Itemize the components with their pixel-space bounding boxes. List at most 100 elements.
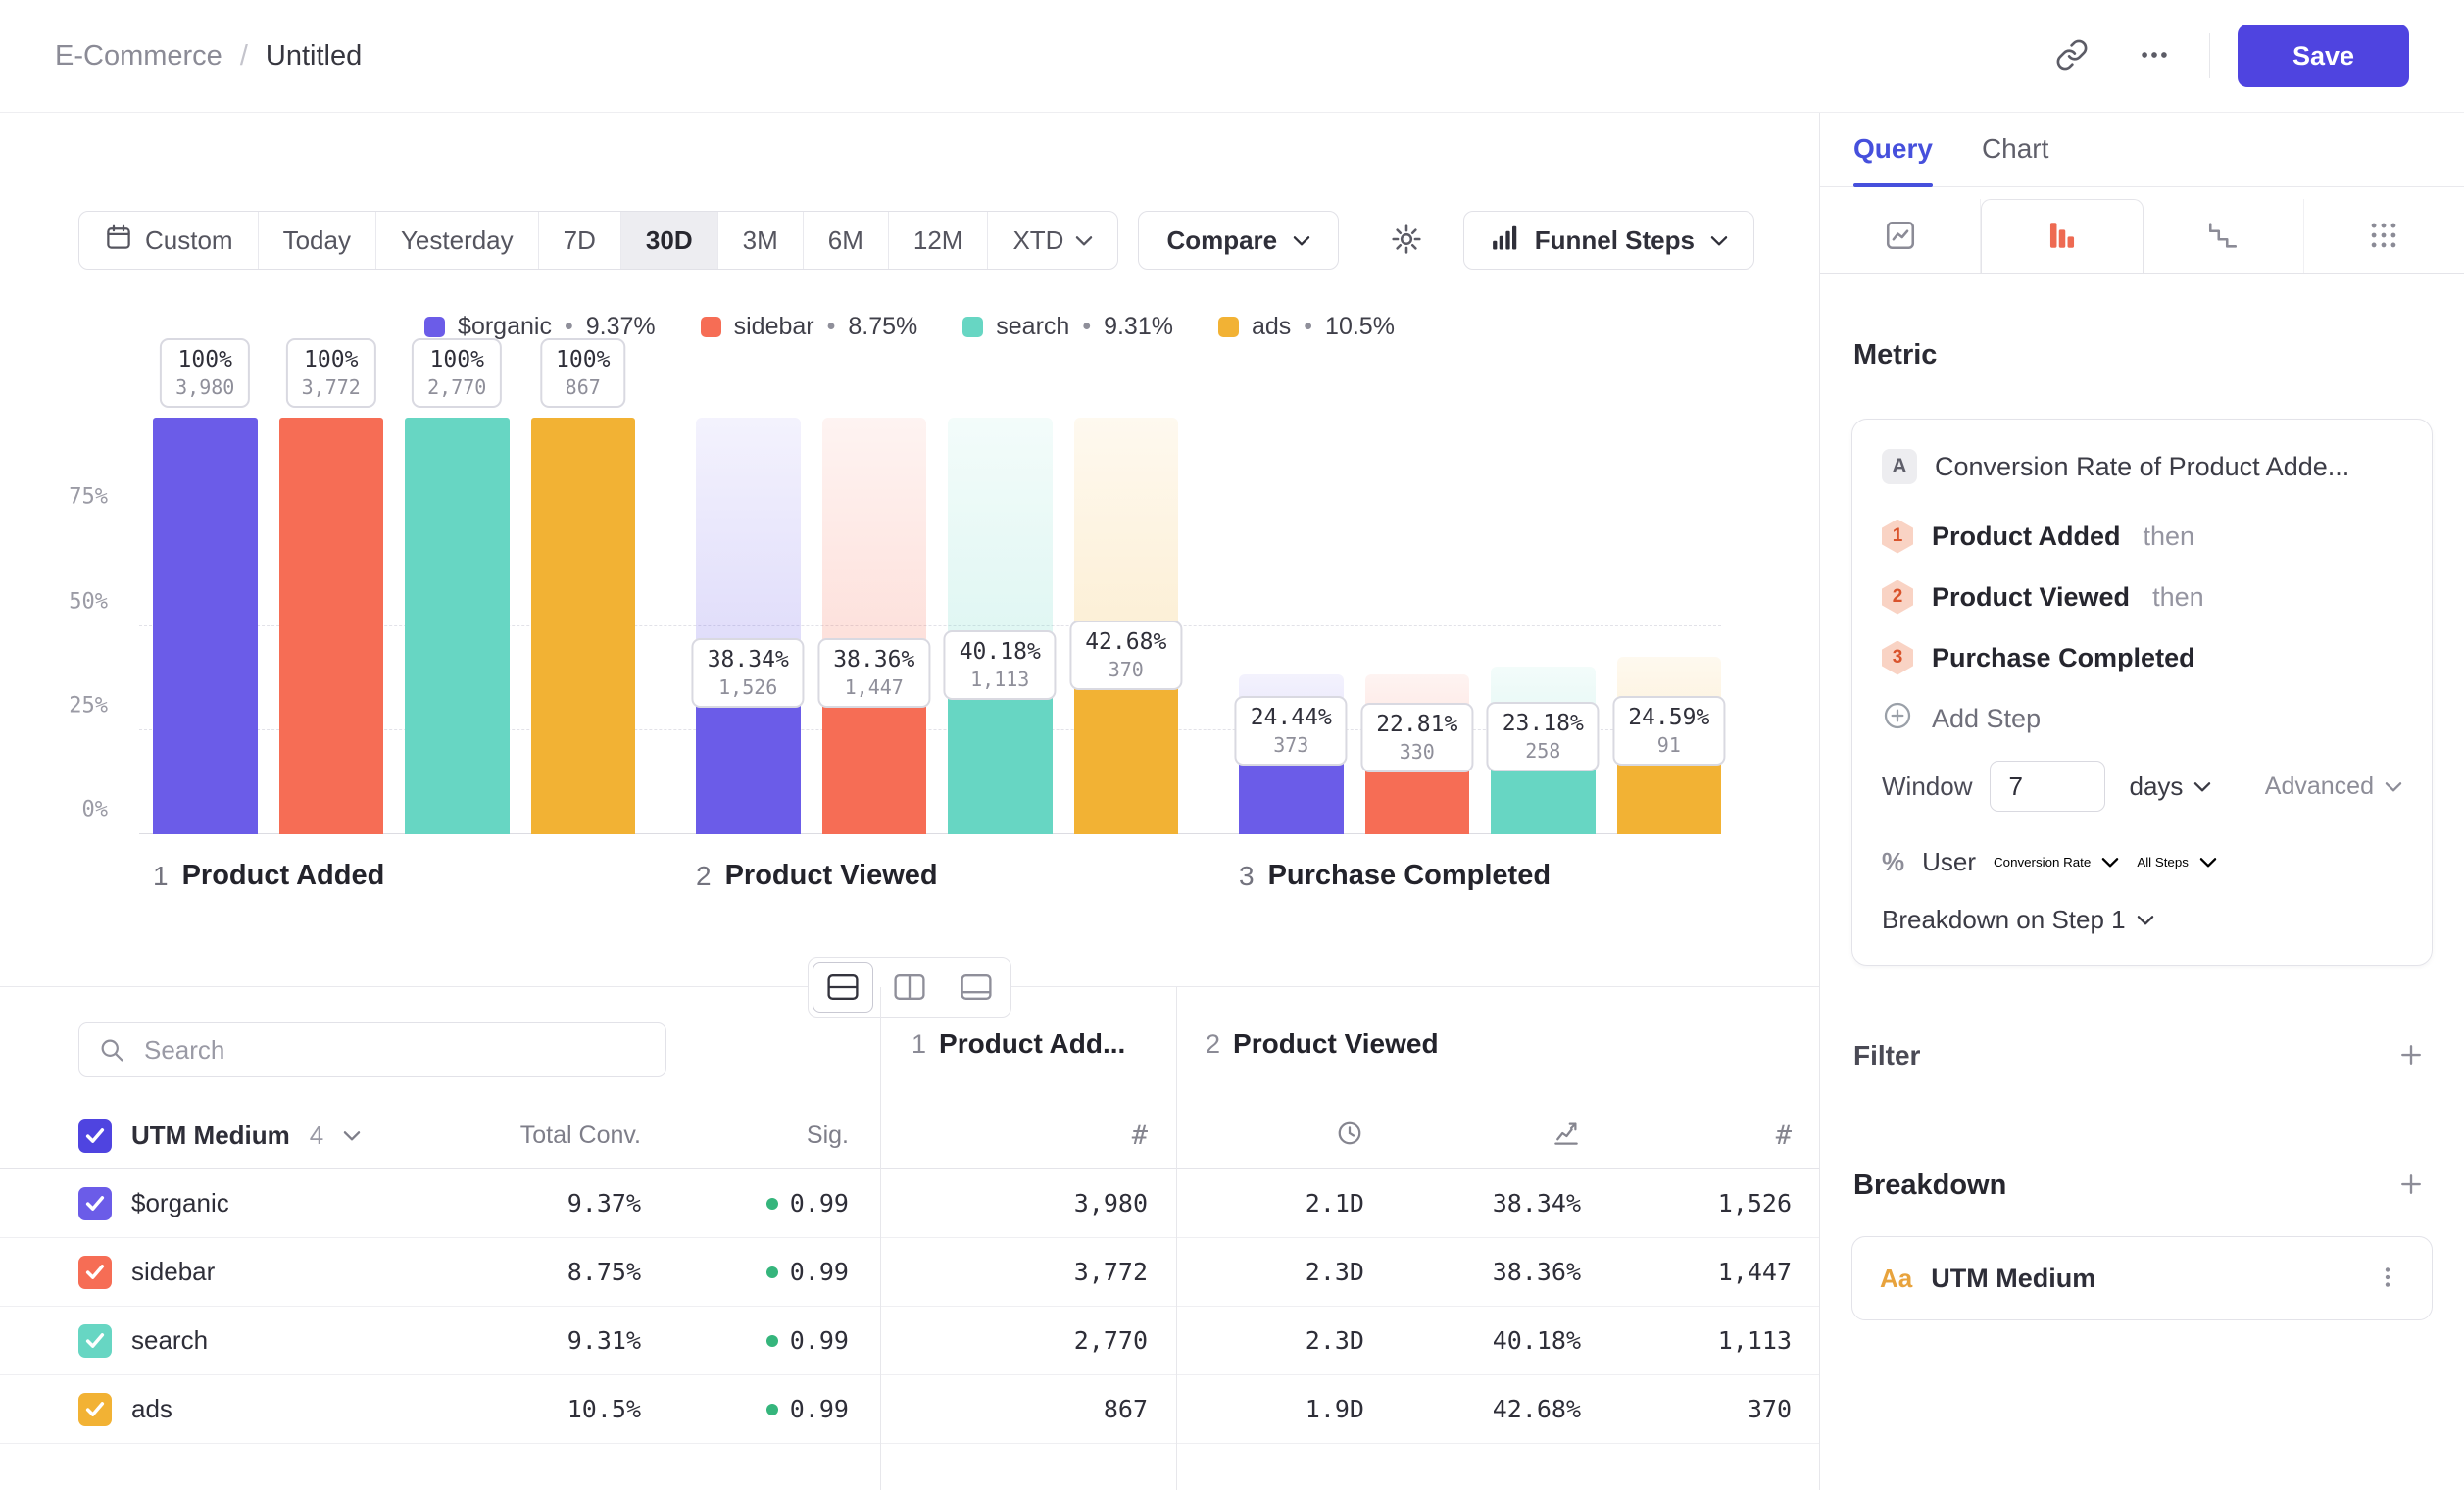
- flows-tab[interactable]: [2304, 199, 2464, 273]
- funnel-bar-search-step1[interactable]: 100%2,770: [405, 418, 510, 834]
- advanced-dropdown[interactable]: Advanced: [2265, 772, 2402, 801]
- add-step-button[interactable]: Add Step: [1882, 688, 2402, 749]
- date-range-custom[interactable]: Custom: [79, 212, 258, 269]
- bar-percent: 40.18%: [960, 639, 1041, 665]
- row-checkbox[interactable]: [78, 1256, 112, 1289]
- funnel-bar-ads-step3[interactable]: 24.59%91: [1617, 418, 1722, 834]
- compare-button[interactable]: Compare: [1138, 211, 1339, 270]
- table-row-sidebar[interactable]: sidebar8.75%0.993,7722.3D38.36%1,447: [0, 1238, 1819, 1307]
- chevron-down-icon: [2101, 857, 2119, 868]
- breakdown-column-header[interactable]: UTM Medium: [131, 1120, 290, 1151]
- funnel-bar-search-step3[interactable]: 23.18%258: [1491, 418, 1596, 834]
- table-header-row: UTM Medium 4 Total Conv. Sig. # #: [0, 1103, 1819, 1169]
- more-options-button[interactable]: [2127, 28, 2182, 83]
- counting-method-label[interactable]: User: [1922, 847, 1976, 877]
- step-event-name: Product Viewed: [1932, 582, 2130, 613]
- legend-item-ads[interactable]: ads•10.5%: [1218, 313, 1395, 341]
- table-row-ads[interactable]: ads10.5%0.998671.9D42.68%370: [0, 1375, 1819, 1444]
- query-panel: Query Chart Metric A Conversion Rate of …: [1820, 113, 2464, 1490]
- tab-chart[interactable]: Chart: [1982, 133, 2048, 186]
- metric-step-2[interactable]: 2Product Viewedthen: [1882, 567, 2402, 627]
- gear-icon: [1390, 223, 1423, 259]
- funnel-bar-sidebar-step1[interactable]: 100%3,772: [279, 418, 384, 834]
- step2-count-column-header[interactable]: #: [1581, 1120, 1792, 1151]
- share-link-button[interactable]: [2045, 28, 2099, 83]
- date-range-3m[interactable]: 3M: [717, 212, 803, 269]
- legend-label: ads: [1252, 313, 1291, 341]
- legend-item-organic[interactable]: $organic•9.37%: [424, 313, 656, 341]
- significance-column-header[interactable]: Sig.: [641, 1121, 849, 1150]
- window-unit-dropdown[interactable]: days: [2123, 771, 2217, 802]
- ellipsis-icon: [2138, 38, 2171, 74]
- row-checkbox[interactable]: [78, 1393, 112, 1426]
- step1-count-value: 867: [849, 1395, 1176, 1423]
- step2-count-value: 370: [1581, 1395, 1792, 1423]
- row-label: $organic: [131, 1188, 229, 1218]
- save-button[interactable]: Save: [2238, 25, 2409, 87]
- metric-title[interactable]: Conversion Rate of Product Adde...: [1935, 452, 2349, 482]
- chart-type-dropdown[interactable]: Funnel Steps: [1463, 211, 1754, 270]
- dot-grid-icon: [2367, 219, 2400, 255]
- add-filter-button[interactable]: [2391, 1036, 2431, 1075]
- funnel-bar-organic-step1[interactable]: 100%3,980: [153, 418, 258, 834]
- metric-step-3[interactable]: 3Purchase Completed: [1882, 627, 2402, 688]
- funnels-tab[interactable]: [1981, 199, 2143, 273]
- step2-rate-value: 42.68%: [1364, 1395, 1581, 1423]
- insights-tab[interactable]: [1820, 199, 1981, 273]
- search-input[interactable]: [78, 1022, 666, 1077]
- total-conversion-value: 9.37%: [431, 1189, 641, 1217]
- funnel-bar-sidebar-step3[interactable]: 22.81%330: [1365, 418, 1470, 834]
- breakdown-heading: Breakdown: [1853, 1169, 2006, 1202]
- breakdown-on-step-dropdown[interactable]: Breakdown on Step 1: [1882, 905, 2154, 935]
- funnel-step-group-1: 100%3,980100%3,772100%2,770100%867: [153, 418, 635, 834]
- plus-icon: [2396, 1169, 2426, 1202]
- step1-count-column-header[interactable]: #: [849, 1120, 1176, 1151]
- window-value-input[interactable]: [1990, 761, 2105, 812]
- circle-plus-icon: [1882, 700, 1913, 738]
- select-all-checkbox[interactable]: [78, 1119, 112, 1153]
- retention-tab[interactable]: [2144, 199, 2304, 273]
- metric-step-1[interactable]: 1Product Addedthen: [1882, 506, 2402, 567]
- percent-icon: %: [1882, 847, 1904, 877]
- chart-settings-button[interactable]: [1379, 213, 1434, 268]
- date-range-yesterday[interactable]: Yesterday: [375, 212, 538, 269]
- avg-time-column-header[interactable]: [1176, 1118, 1364, 1153]
- breakdown-property-card[interactable]: Aa UTM Medium: [1851, 1236, 2433, 1320]
- total-conversion-column-header[interactable]: Total Conv.: [431, 1121, 641, 1150]
- funnel-bar-fill: [153, 418, 258, 834]
- legend-item-search[interactable]: search•9.31%: [962, 313, 1173, 341]
- total-conversion-value: 8.75%: [431, 1258, 641, 1286]
- funnel-bar-ads-step2[interactable]: 42.68%370: [1074, 418, 1179, 834]
- metric-section-heading: Metric: [1820, 339, 2464, 372]
- tab-query[interactable]: Query: [1853, 133, 1933, 186]
- date-range-6m[interactable]: 6M: [803, 212, 888, 269]
- add-breakdown-button[interactable]: [2391, 1166, 2431, 1205]
- chevron-down-icon: [2199, 857, 2217, 868]
- significance-value: 0.99: [641, 1326, 849, 1355]
- date-range-30d[interactable]: 30D: [620, 212, 717, 269]
- table-row-search[interactable]: search9.31%0.992,7702.3D40.18%1,113: [0, 1307, 1819, 1375]
- breadcrumb: E-Commerce / Untitled: [55, 40, 362, 73]
- date-range-7d[interactable]: 7D: [538, 212, 620, 269]
- bar-percent: 100%: [556, 347, 610, 372]
- funnel-bar-organic-step3[interactable]: 24.44%373: [1239, 418, 1344, 834]
- table-row-organic[interactable]: $organic9.37%0.993,9802.1D38.34%1,526: [0, 1169, 1819, 1238]
- y-axis-tick: 75%: [6, 485, 108, 510]
- breadcrumb-page-title[interactable]: Untitled: [266, 40, 362, 73]
- row-checkbox[interactable]: [78, 1187, 112, 1220]
- measure-dropdown[interactable]: Conversion Rate: [1994, 855, 2119, 869]
- funnel-bar-ads-step1[interactable]: 100%867: [531, 418, 636, 834]
- funnel-bar-search-step2[interactable]: 40.18%1,113: [948, 418, 1053, 834]
- conversion-rate-column-header[interactable]: [1364, 1118, 1581, 1153]
- funnel-bar-sidebar-step2[interactable]: 38.36%1,447: [822, 418, 927, 834]
- steps-scope-dropdown[interactable]: All Steps: [2137, 855, 2217, 869]
- breadcrumb-project[interactable]: E-Commerce: [55, 40, 222, 73]
- breakdown-options-button[interactable]: [2371, 1262, 2404, 1295]
- table-body: $organic9.37%0.993,9802.1D38.34%1,526sid…: [0, 1169, 1819, 1444]
- row-checkbox[interactable]: [78, 1324, 112, 1358]
- date-range-12m[interactable]: 12M: [888, 212, 988, 269]
- date-range-xtd[interactable]: XTD: [987, 212, 1117, 269]
- legend-item-sidebar[interactable]: sidebar•8.75%: [701, 313, 918, 341]
- funnel-bar-organic-step2[interactable]: 38.34%1,526: [696, 418, 801, 834]
- date-range-today[interactable]: Today: [258, 212, 375, 269]
